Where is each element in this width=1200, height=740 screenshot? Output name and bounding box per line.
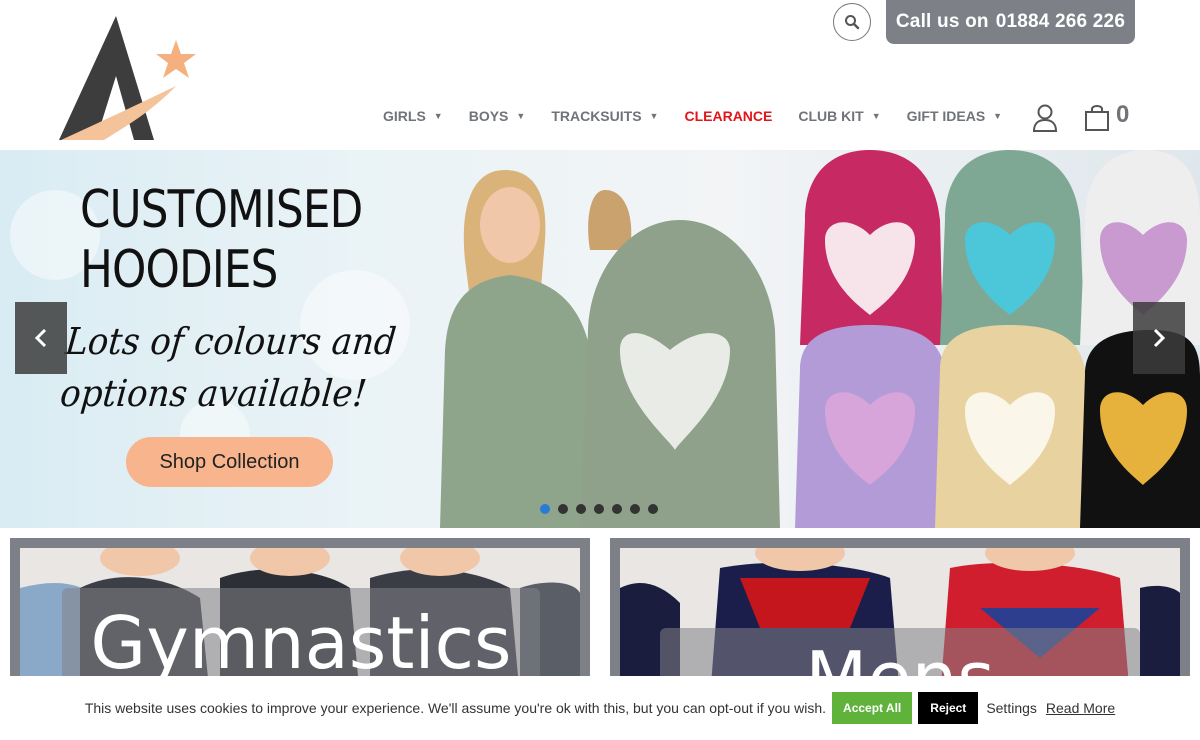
slider-dot[interactable] [558, 504, 568, 514]
read-more-link[interactable]: Read More [1046, 700, 1115, 716]
hero-models-image [440, 170, 780, 528]
shop-collection-button[interactable]: Shop Collection [126, 437, 333, 487]
category-tile-gymnastics[interactable]: Gymnastics [10, 538, 590, 688]
slider-dot[interactable] [540, 504, 550, 514]
category-tile-mens[interactable]: Mens [610, 538, 1190, 688]
hero-title-line: CUSTOMISED [80, 180, 363, 240]
nav-item-gift-ideas[interactable]: GIFT IDEAS ▼ [907, 108, 1002, 124]
slider-prev-button[interactable] [15, 302, 67, 374]
caret-down-icon: ▼ [871, 111, 881, 121]
site-logo[interactable] [56, 14, 206, 146]
search-button[interactable] [833, 3, 871, 41]
category-label: Gymnastics [62, 588, 540, 688]
slider-dot[interactable] [648, 504, 658, 514]
chevron-right-icon [1153, 328, 1166, 348]
cookie-settings-link[interactable]: Settings [986, 700, 1037, 716]
slider-next-button[interactable] [1133, 302, 1185, 374]
nav-item-boys[interactable]: BOYS ▼ [469, 108, 526, 124]
hero-title: CUSTOMISED HOODIES [80, 180, 363, 300]
cookie-banner: This website uses cookies to improve you… [0, 676, 1200, 740]
slider-dot[interactable] [594, 504, 604, 514]
hero-subtitle: Lots of colours and options available! [58, 316, 398, 420]
account-icon[interactable] [1032, 103, 1058, 133]
cart-count: 0 [1116, 101, 1130, 128]
slider-dot[interactable] [576, 504, 586, 514]
caret-down-icon: ▼ [433, 111, 443, 121]
nav-label: GIRLS [383, 108, 426, 124]
hero-subtitle-line: options available! [58, 372, 369, 415]
phone-number: 01884 266 226 [995, 11, 1126, 32]
nav-label: GIFT IDEAS [906, 108, 986, 124]
nav-item-girls[interactable]: GIRLS ▼ [383, 108, 443, 124]
hero-subtitle-line: Lots of colours and [63, 320, 399, 363]
call-us-button[interactable]: Call us on 01884 266 226 [886, 0, 1135, 44]
main-nav: GIRLS ▼ BOYS ▼ TRACKSUITS ▼ CLEARANCE CLUB … [383, 105, 1028, 127]
slider-dot[interactable] [630, 504, 640, 514]
hero-title-line: HOODIES [80, 240, 278, 300]
caret-down-icon: ▼ [993, 111, 1003, 121]
nav-item-clearance[interactable]: CLEARANCE [684, 108, 772, 124]
cart-icon[interactable] [1084, 103, 1110, 131]
hero-slider: CUSTOMISED HOODIES Lots of colours and o… [0, 150, 1200, 528]
accept-all-button[interactable]: Accept All [832, 692, 913, 724]
category-image: Gymnastics [20, 548, 580, 688]
nav-item-tracksuits[interactable]: TRACKSUITS ▼ [551, 108, 658, 124]
nav-label: CLUB KIT [798, 108, 864, 124]
slider-pagination [540, 504, 666, 514]
chevron-left-icon [34, 328, 47, 348]
caret-down-icon: ▼ [516, 111, 526, 121]
caret-down-icon: ▼ [649, 111, 659, 121]
nav-label: BOYS [468, 108, 509, 124]
site-header: Call us on 01884 266 226 GIRLS ▼ BOYS ▼ TR… [0, 0, 1200, 150]
nav-label: TRACKSUITS [551, 108, 642, 124]
reject-button[interactable]: Reject [918, 692, 979, 724]
cookie-message: This website uses cookies to improve you… [84, 700, 827, 716]
search-icon [845, 15, 860, 30]
nav-item-club-kit[interactable]: CLUB KIT ▼ [798, 108, 880, 124]
nav-label: CLEARANCE [684, 108, 773, 124]
call-label: Call us on [895, 11, 989, 32]
category-image: Mens [620, 548, 1180, 688]
slider-dot[interactable] [612, 504, 622, 514]
